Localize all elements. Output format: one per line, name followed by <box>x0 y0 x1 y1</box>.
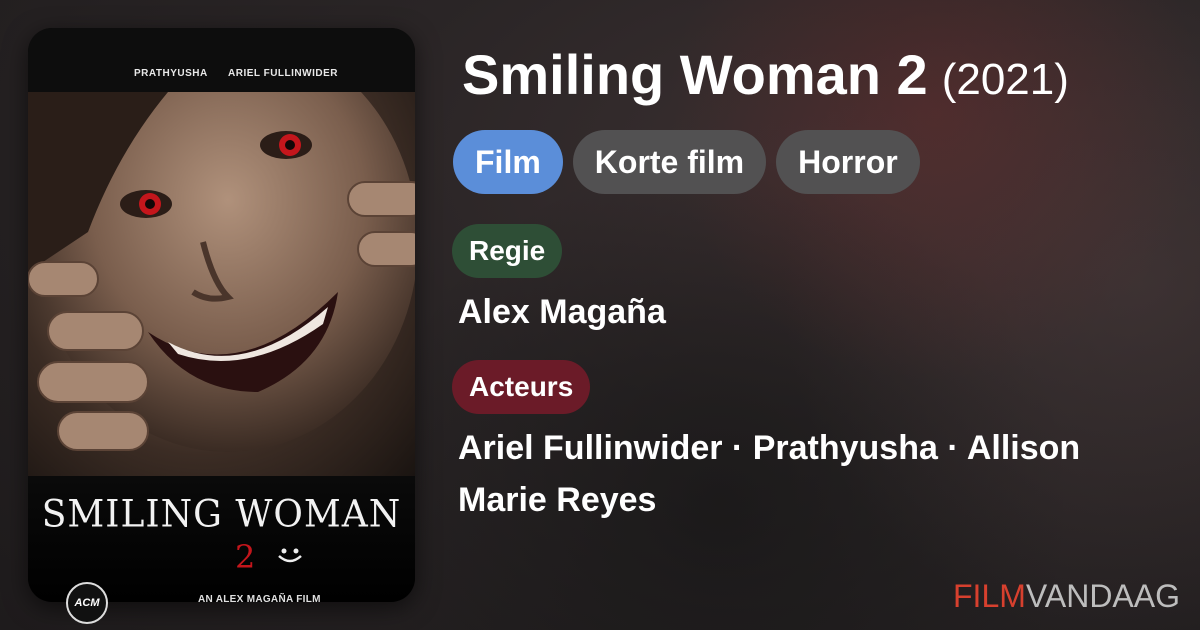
genre-chip-horror[interactable]: Horror <box>776 130 920 194</box>
genre-list: Film Korte film Horror <box>453 130 920 194</box>
movie-poster[interactable]: PRATHYUSHA ARIEL FULLINWIDER <box>28 28 415 602</box>
poster-title-area <box>28 476 415 602</box>
poster-header <box>28 28 415 92</box>
brand-logo[interactable]: FILMVANDAAG <box>953 578 1180 615</box>
poster-credit-left: PRATHYUSHA <box>134 68 208 79</box>
brand-logo-part2: VANDAAG <box>1025 578 1180 614</box>
movie-year: (2021) <box>941 55 1069 104</box>
poster-artwork <box>28 92 415 476</box>
brand-logo-part1: FILM <box>953 578 1026 614</box>
movie-title: Smiling Woman 2 <box>462 43 928 106</box>
cast-label: Acteurs <box>452 360 591 414</box>
poster-face-illustration <box>28 92 415 452</box>
movie-title-heading: Smiling Woman 2 (2021) <box>462 40 1069 115</box>
director-name[interactable]: Alex Magaña <box>458 286 666 338</box>
poster-credit-right: ARIEL FULLINWIDER <box>228 68 338 79</box>
genre-chip-film[interactable]: Film <box>453 130 563 194</box>
genre-chip-short-film[interactable]: Korte film <box>572 130 767 194</box>
cast-list[interactable]: Ariel Fullinwider · Prathyusha · Allison… <box>458 422 1178 526</box>
director-label: Regie <box>452 224 563 278</box>
